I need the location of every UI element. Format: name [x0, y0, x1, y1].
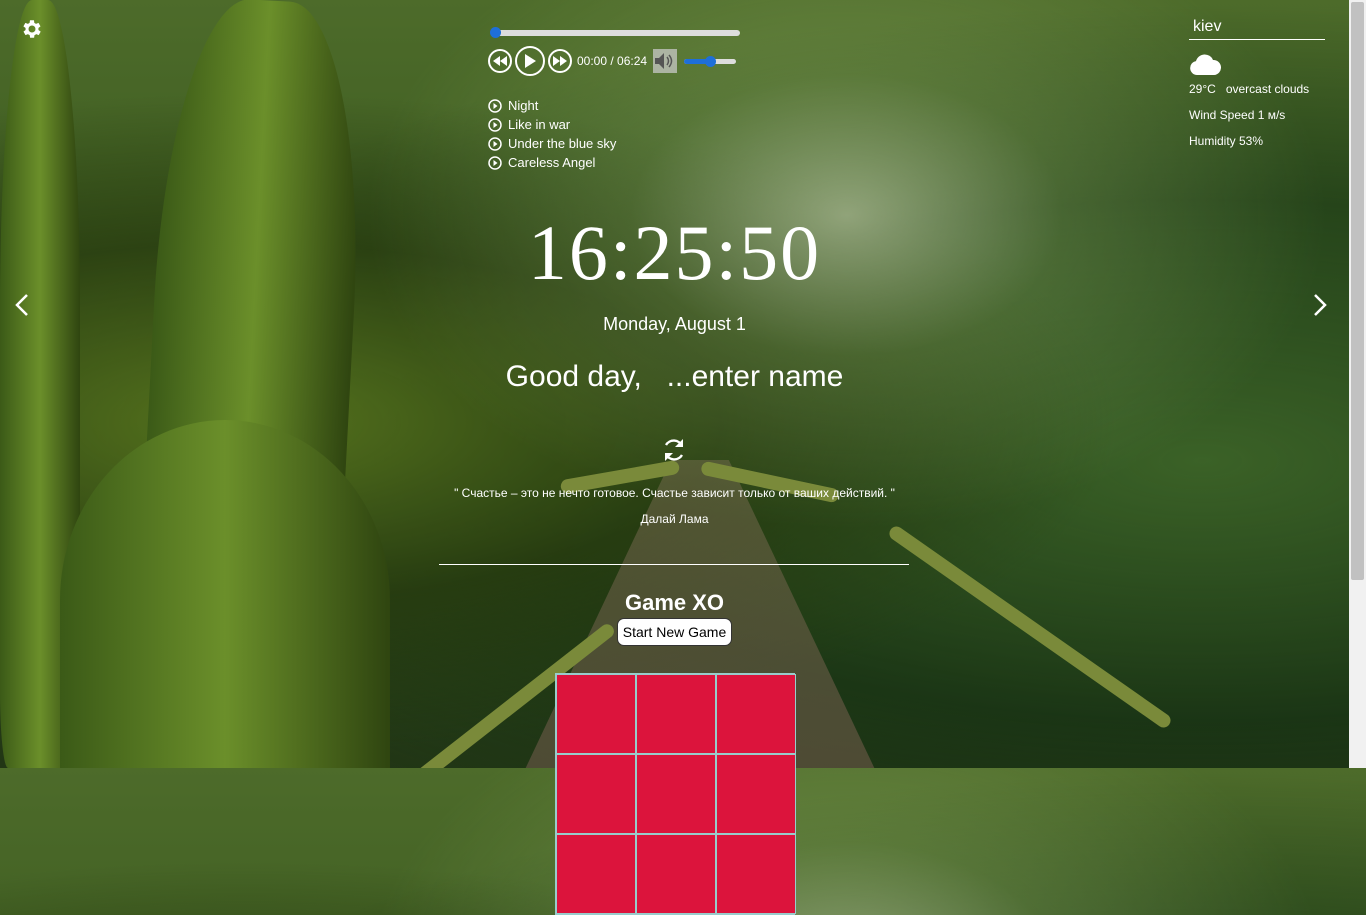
board-cell[interactable] [636, 674, 716, 754]
divider [439, 564, 909, 565]
board-cell[interactable] [556, 834, 636, 914]
board-cell[interactable] [636, 834, 716, 914]
play-icon [488, 155, 502, 170]
board-cell[interactable] [556, 674, 636, 754]
playlist: Night Like in war Under the blue sky Car… [488, 96, 616, 172]
playlist-item[interactable]: Under the blue sky [488, 134, 616, 153]
playlist-item-title: Like in war [508, 117, 571, 132]
greeting-text: Good day, [505, 360, 642, 393]
date-label: Monday, August 1 [603, 314, 746, 334]
playlist-item[interactable]: Night [488, 96, 616, 115]
refresh-icon[interactable] [660, 436, 688, 464]
scrollbar-thumb[interactable] [1351, 2, 1364, 580]
volume-slider[interactable] [684, 55, 737, 67]
quote-text: " Счастье – это не нечто готовое. Счасть… [454, 486, 895, 500]
player-controls: 00:00 / 06:24 [488, 46, 758, 76]
fast-forward-icon[interactable] [548, 49, 572, 73]
progress-knob[interactable] [490, 27, 501, 38]
playlist-item[interactable]: Careless Angel [488, 153, 616, 172]
weather-description: overcast clouds [1225, 82, 1310, 96]
game-title: Game XO [624, 590, 725, 615]
board-cell[interactable] [716, 754, 796, 834]
playlist-item-title: Under the blue sky [508, 136, 617, 151]
play-icon [488, 98, 502, 113]
temperature: 29°C [1189, 82, 1216, 96]
gear-icon[interactable] [20, 17, 44, 41]
start-new-game-button[interactable]: Start New Game [617, 618, 732, 646]
name-input[interactable]: ...enter name [667, 360, 844, 394]
page-scrollbar[interactable] [1349, 0, 1366, 768]
playlist-item-title: Careless Angel [508, 155, 596, 170]
wind-speed: Wind Speed 1 м/s [1189, 108, 1286, 122]
board-cell[interactable] [716, 674, 796, 754]
volume-icon[interactable] [653, 49, 678, 73]
playlist-item[interactable]: Like in war [488, 115, 616, 134]
volume-knob[interactable] [705, 55, 717, 67]
board-cell[interactable] [556, 754, 636, 834]
quote-author: Далай Лама [640, 512, 709, 526]
play-icon[interactable] [515, 46, 545, 76]
play-icon [488, 136, 502, 151]
weather-widget: 29°C overcast clouds Wind Speed 1 м/s Hu… [1189, 18, 1325, 148]
rewind-icon[interactable] [488, 49, 512, 73]
track-time: 00:00 / 06:24 [577, 54, 648, 68]
play-icon [488, 117, 502, 132]
cloud-icon [1189, 54, 1222, 76]
playlist-item-title: Night [508, 98, 539, 113]
weather-summary: 29°C overcast clouds [1189, 82, 1325, 96]
clock-time: 16:25:50 [527, 209, 822, 296]
greeting: Good day, ...enter name [0, 360, 1349, 394]
board-cell[interactable] [716, 834, 796, 914]
board-cell[interactable] [636, 754, 716, 834]
track-progress-bar[interactable] [490, 27, 740, 38]
humidity: Humidity 53% [1189, 134, 1264, 148]
xo-board [555, 673, 796, 915]
audio-player: 00:00 / 06:24 [488, 27, 758, 76]
city-input[interactable] [1189, 18, 1325, 40]
